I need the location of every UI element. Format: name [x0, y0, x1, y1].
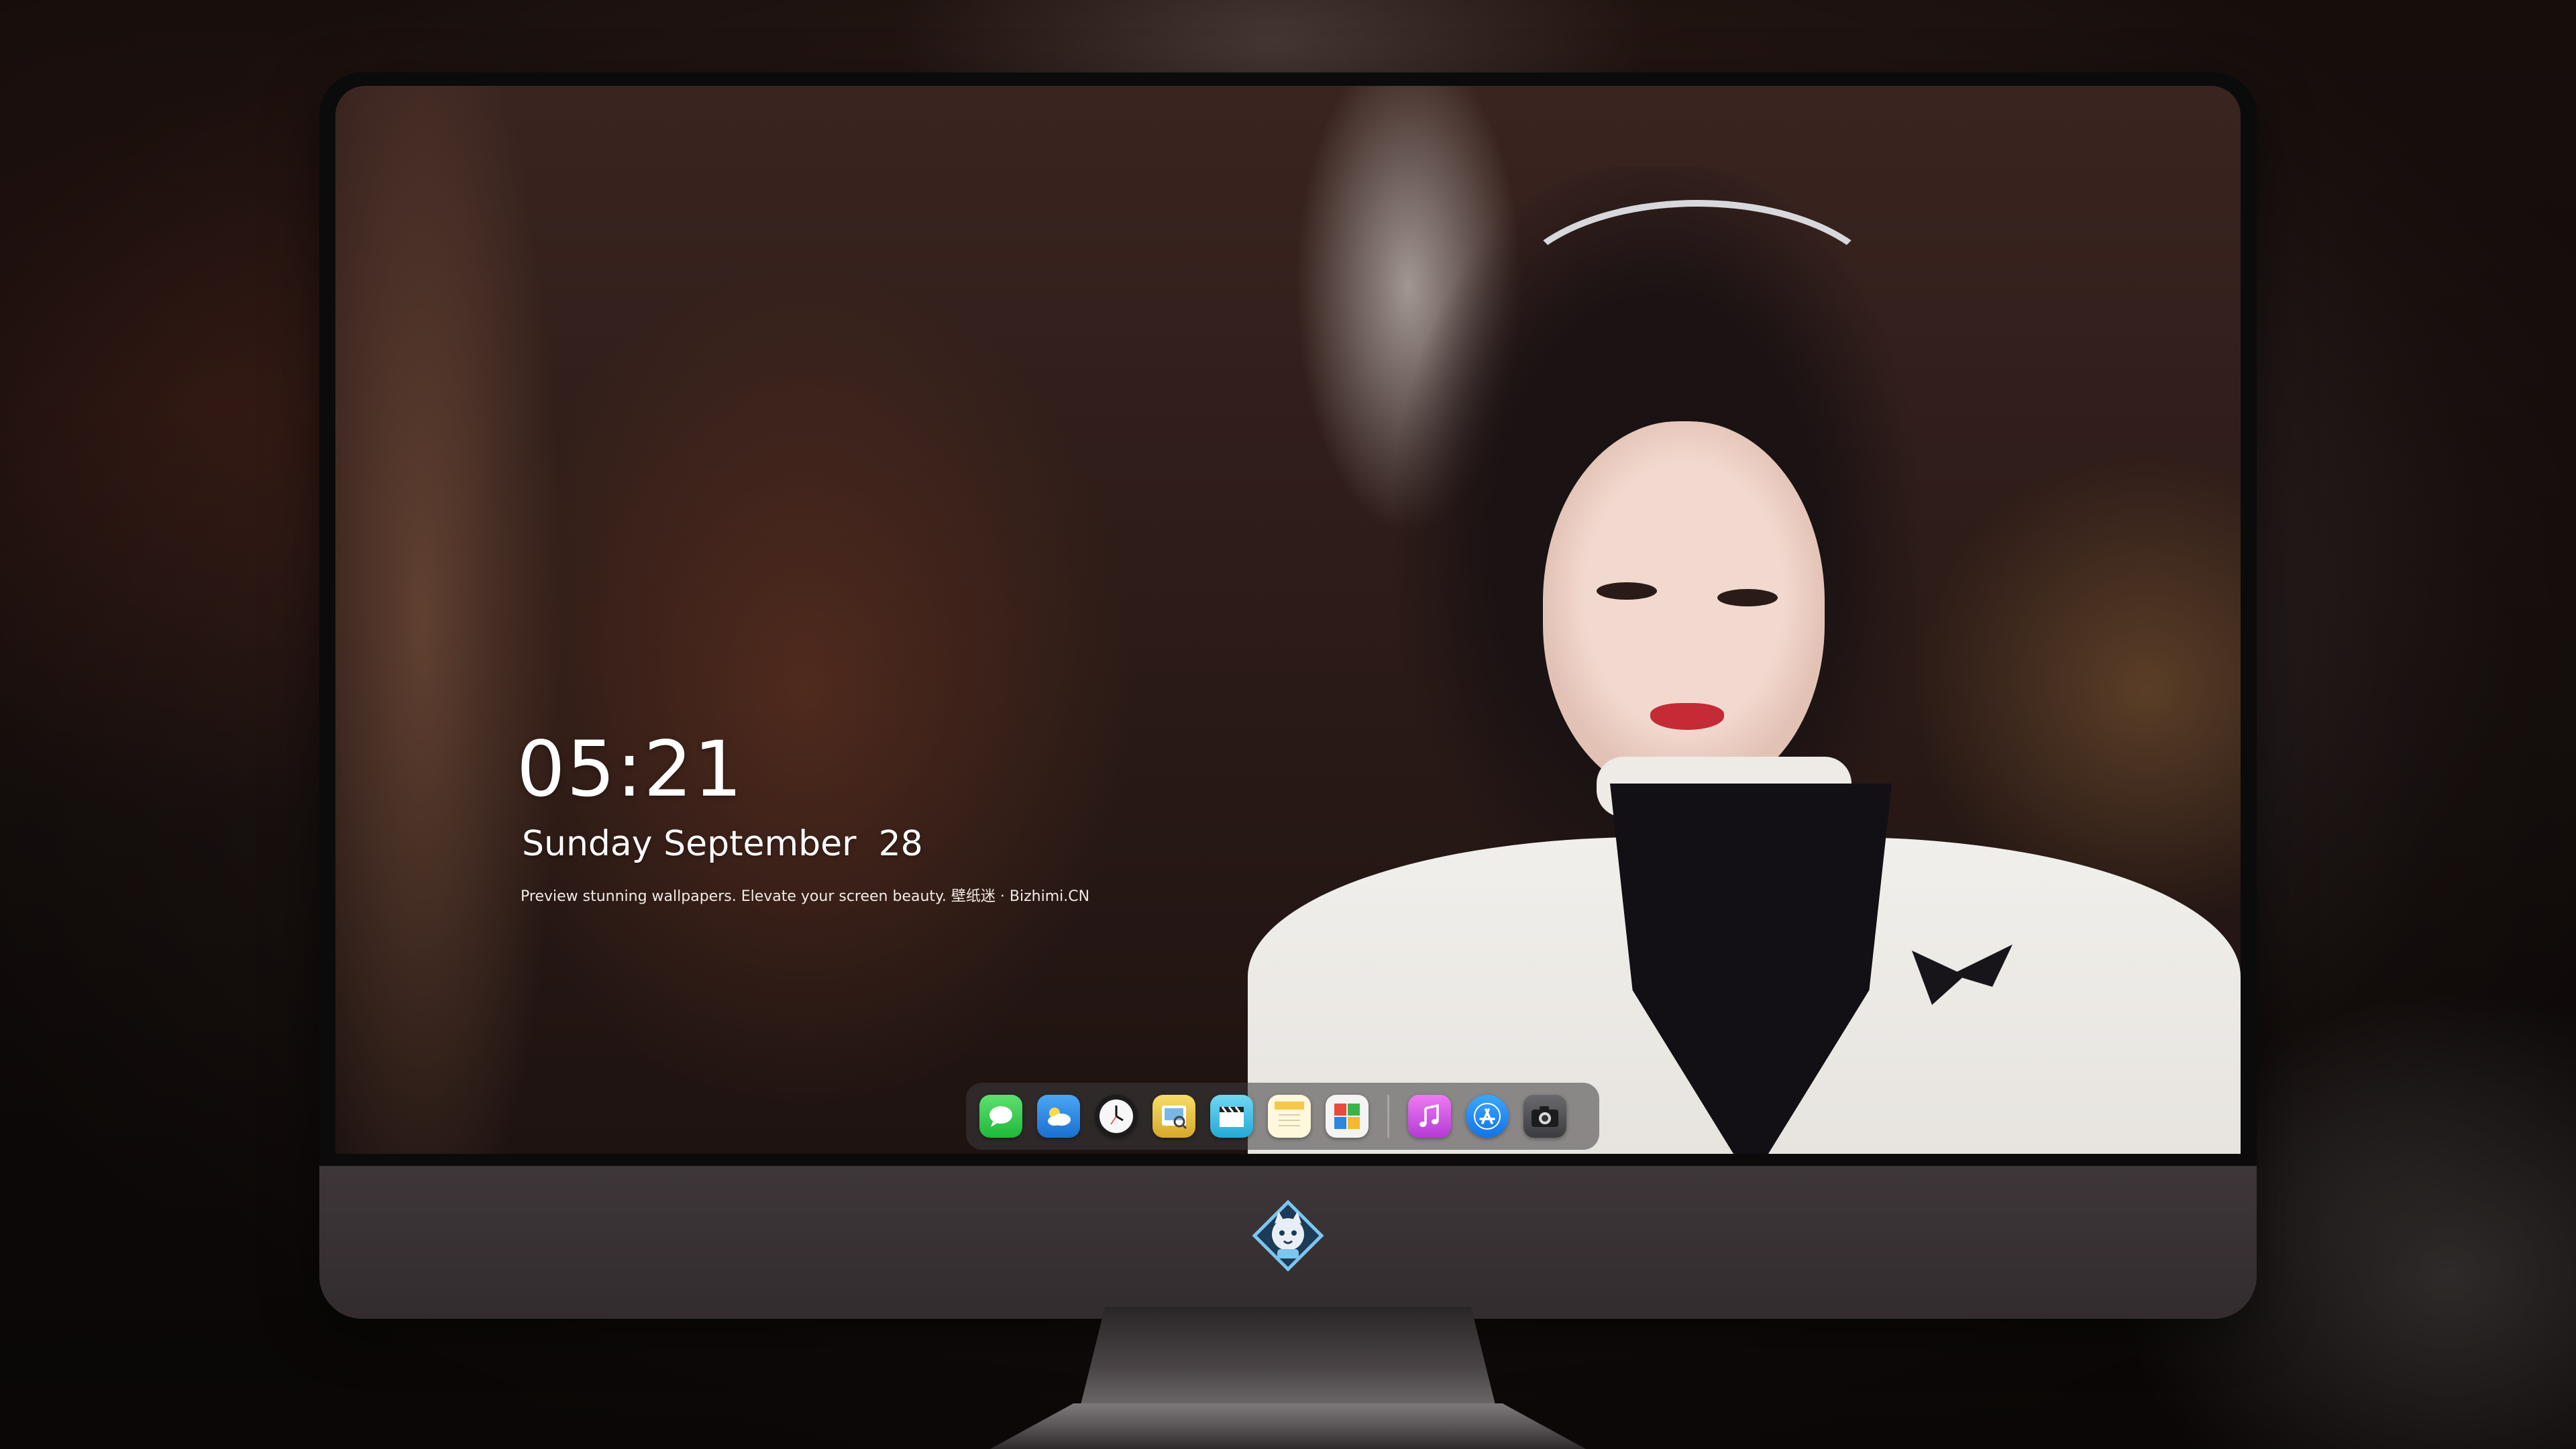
lockscreen-date: Sunday September 28: [522, 824, 923, 864]
weather-icon[interactable]: [1037, 1095, 1080, 1138]
monitor-stand-base: [990, 1403, 1586, 1449]
app-store-icon[interactable]: [1466, 1095, 1509, 1138]
wallpaper-headband: [1503, 200, 1892, 408]
wallpaper-figure-eye: [1597, 582, 1657, 600]
monitor-stand-neck: [1080, 1307, 1496, 1407]
preview-icon[interactable]: [1152, 1095, 1195, 1138]
kitten-mascot-logo: [1252, 1199, 1324, 1272]
clapperboard-icon[interactable]: [1210, 1095, 1253, 1138]
clock-icon[interactable]: [1095, 1095, 1138, 1138]
wallpaper-figure-lips: [1650, 703, 1724, 730]
lockscreen-time: 05:21: [517, 724, 744, 814]
dock: [966, 1083, 1599, 1150]
dock-separator: [1387, 1095, 1389, 1138]
photo-grid-icon[interactable]: [1326, 1095, 1368, 1138]
desktop-screen: [335, 86, 2241, 1154]
lockscreen-caption: Preview stunning wallpapers. Elevate you…: [521, 888, 1090, 905]
messages-icon[interactable]: [979, 1095, 1022, 1138]
camera-icon[interactable]: [1523, 1095, 1566, 1138]
notes-icon[interactable]: [1268, 1095, 1311, 1138]
music-note-icon[interactable]: [1408, 1095, 1451, 1138]
wallpaper-figure-face: [1543, 421, 1825, 797]
wallpaper-figure-eye: [1717, 589, 1778, 606]
